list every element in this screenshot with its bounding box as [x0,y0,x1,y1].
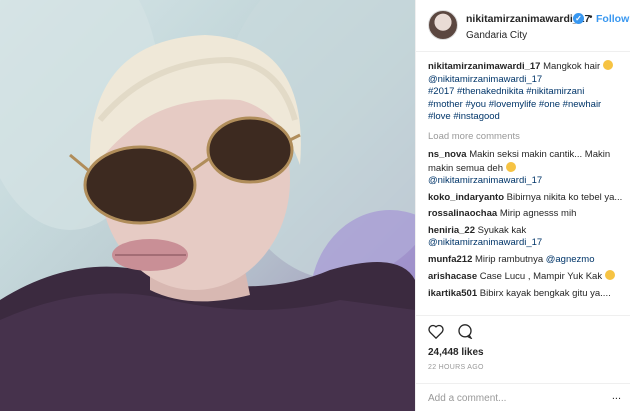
action-icons [428,324,483,342]
comment-icon[interactable] [457,324,473,342]
heart-icon[interactable] [428,324,444,342]
post-sidebar: nikitamirzanimawardi_17 ✓ • Followi Gand… [415,0,630,411]
caption-hashtags[interactable]: #mother #you #lovemylife #one #newhair [428,99,601,110]
caption-mention[interactable]: @nikitamirzanimawardi_17 [428,74,542,85]
comments-list: nikitamirzanimawardi_17 Mangkok hair @ni… [428,60,628,304]
comment-username[interactable]: munfa212 [428,254,472,265]
comment-text: Mirip rambutnya [475,253,544,265]
emoji-icon [602,60,613,70]
comment-mention[interactable]: @nikitamirzanimawardi_17 [428,175,542,186]
comment-text: Bibirx kayak bengkak gitu ya.... [479,287,611,299]
verified-badge-icon: ✓ [573,13,584,24]
comment-username[interactable]: heniria_22 [428,225,475,236]
comment-item: ns_nova Makin seksi makin cantik... Maki… [428,149,628,188]
comment-username[interactable]: rossalinaochaa [428,208,497,219]
caption-username[interactable]: nikitamirzanimawardi_17 [428,61,540,72]
comment-item: munfa212 Mirip rambutnya @agnezmo [428,254,628,267]
comment-text: Case Lucu , Mampir Yuk Kak [479,271,603,282]
portrait-illustration [0,0,415,411]
comment-item: heniria_22 Syukak kak @nikitamirzanimawa… [428,225,628,250]
comment-item: arishacase Case Lucu , Mampir Yuk Kak [428,270,628,284]
comment-text: Bibirnya nikita ko tebel ya... [506,191,623,203]
add-comment-bar: ... [416,383,630,412]
comment-username[interactable]: ikartika501 [428,288,477,299]
post-timestamp: 22 HOURS AGO [428,364,484,371]
post-photo[interactable] [0,0,415,411]
caption-hashtags[interactable]: #2017 #thenakednikita #nikitamirzani [428,86,584,97]
comment-username[interactable]: arishacase [428,271,477,282]
add-comment-input[interactable] [428,390,598,406]
post-header: nikitamirzanimawardi_17 ✓ • Followi Gand… [416,0,630,52]
avatar[interactable] [428,10,458,40]
caption-hashtags[interactable]: #love #instagood [428,111,500,122]
instagram-post: nikitamirzanimawardi_17 ✓ • Followi Gand… [0,0,630,411]
emoji-icon [604,270,615,280]
comment-mention[interactable]: @nikitamirzanimawardi_17 [428,237,542,248]
comment-item: koko_indaryanto Bibirnya nikita ko tebel… [428,192,628,205]
more-options-button[interactable]: ... [612,390,621,402]
caption-text: Mangkok hair [543,61,601,72]
separator-dot: • [589,12,593,23]
load-more-comments-button[interactable]: Load more comments [428,131,628,144]
comment-mention[interactable]: @agnezmo [546,254,595,265]
emoji-icon [505,161,516,172]
likes-count[interactable]: 24,448 likes [428,347,484,358]
header-username[interactable]: nikitamirzanimawardi_17 [466,13,590,25]
comment-username[interactable]: koko_indaryanto [428,192,504,203]
comment-item: rossalinaochaa Mirip agnesss mih [428,208,628,221]
comment-text: Mirip agnesss mih [499,208,577,219]
comment-item: ikartika501 Bibirx kayak bengkak gitu ya… [428,288,628,301]
location-link[interactable]: Gandaria City [466,30,527,41]
post-actions: 24,448 likes 22 HOURS AGO ... [416,315,630,411]
caption: nikitamirzanimawardi_17 Mangkok hair @ni… [428,60,628,124]
comment-text: Syukak kak [477,224,527,236]
comment-username[interactable]: ns_nova [428,149,467,160]
follow-button[interactable]: Followi [596,13,630,25]
